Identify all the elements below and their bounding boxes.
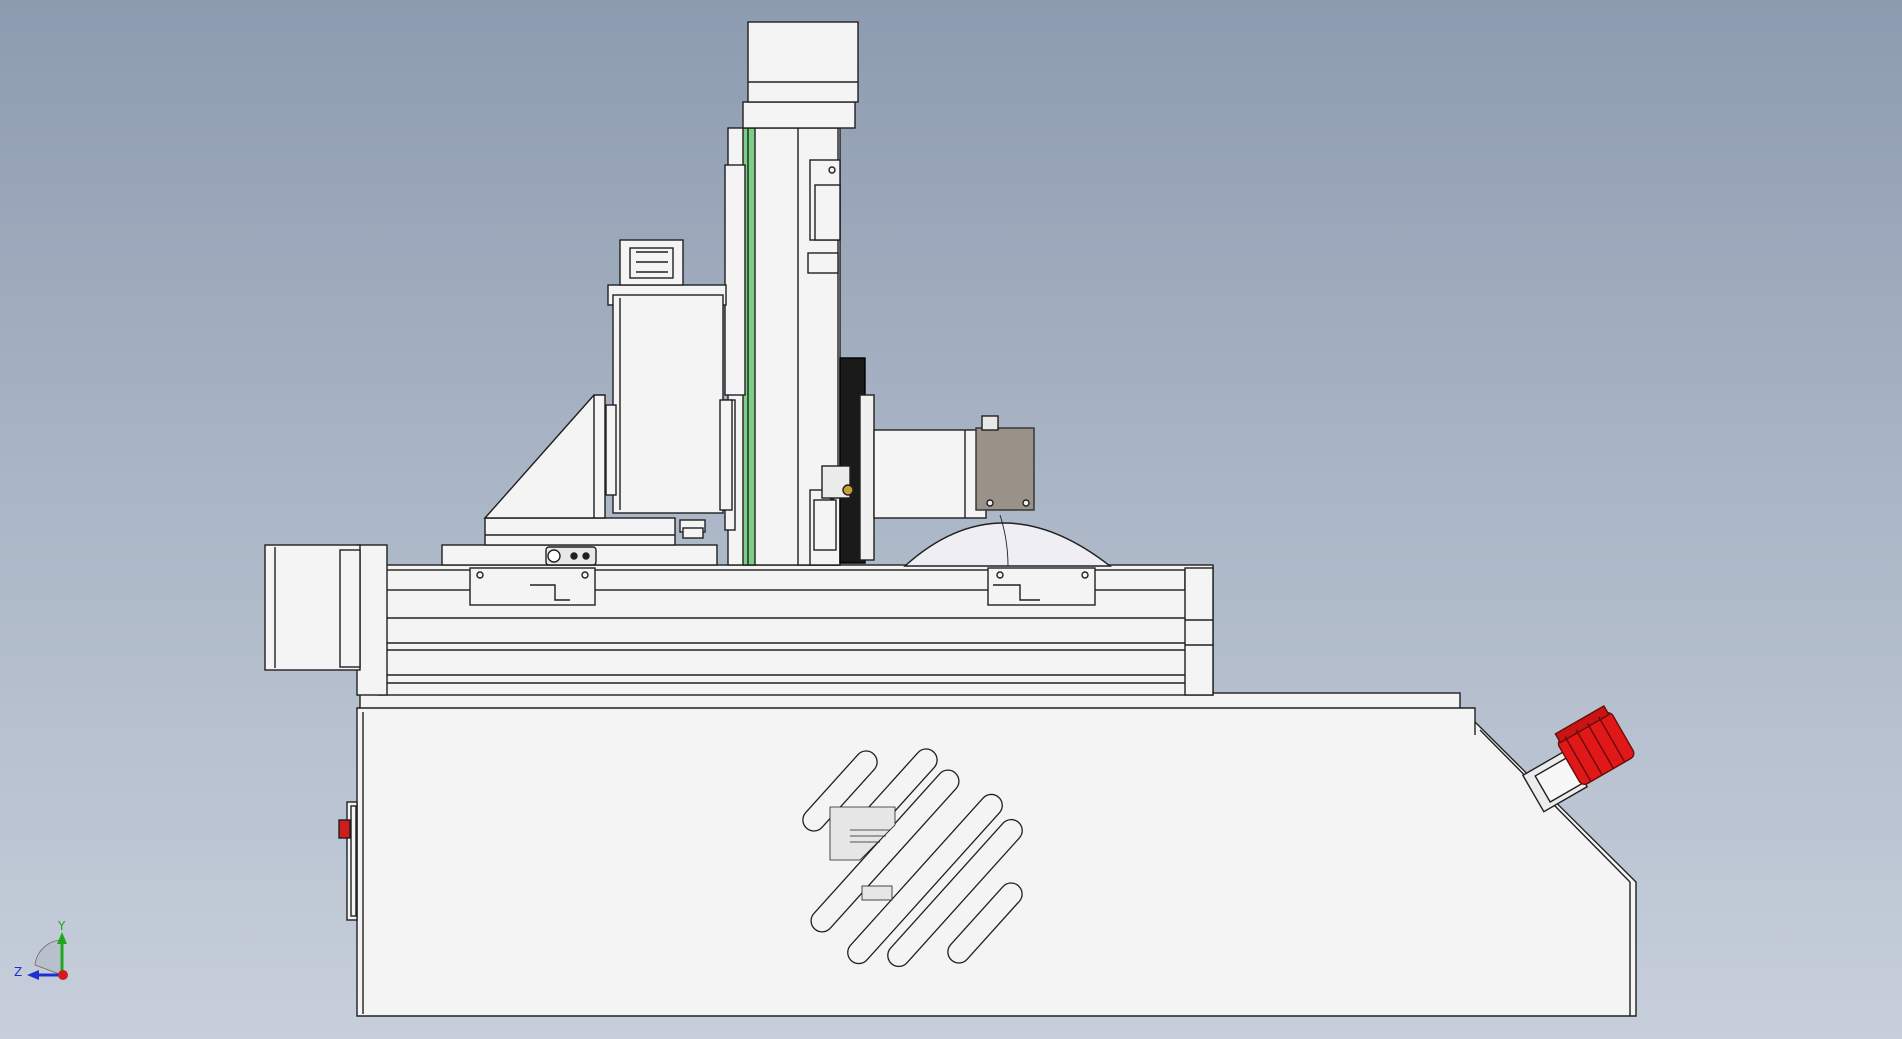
y-axis-label: Y [57,919,66,933]
sensor-arm[interactable] [873,415,1035,519]
power-indicator-light [338,819,351,839]
carriage-bracket [987,567,1096,606]
arm-housing [873,429,987,519]
carriage-bracket [469,567,596,606]
head-housing [612,294,724,514]
tool-head-assembly[interactable] [605,239,733,514]
emergency-stop-button[interactable] [1521,704,1636,813]
sensor-block [975,427,1035,511]
cad-graphics-viewport[interactable]: Y Z [0,0,1902,1039]
x-axis-dot [58,970,68,980]
x-motor-flange [356,544,388,696]
z-axis-label: Z [14,965,22,979]
x-axis-linear-module[interactable] [264,544,1214,696]
z-axis-motor [747,21,859,103]
coordinate-triad: Y Z [14,919,68,980]
machine-model-side-view[interactable]: Y Z [0,0,1902,1039]
z-motor-flange [742,101,856,129]
work-dome [903,514,1113,567]
